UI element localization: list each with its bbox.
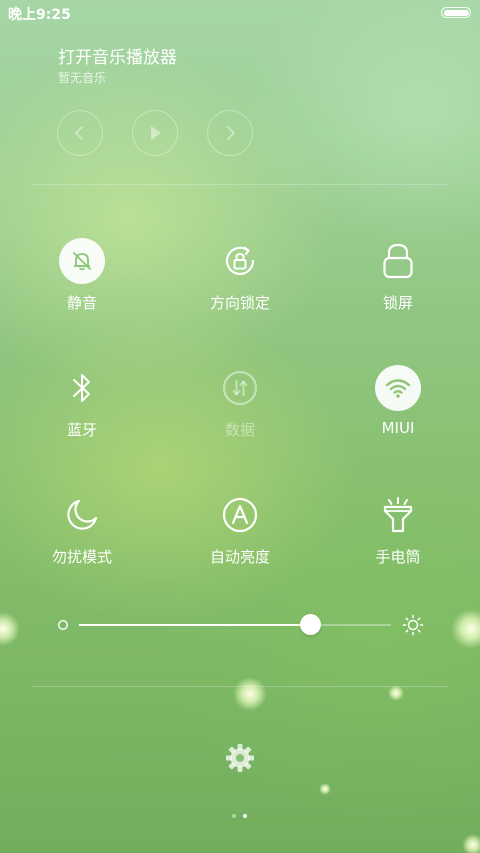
toggle-label: 自动亮度	[209, 548, 270, 566]
toggle-label: 锁屏	[382, 294, 413, 312]
play-button[interactable]	[132, 110, 178, 156]
toggle-icon-circle	[217, 365, 263, 411]
status-time: 晚上9:25	[8, 7, 71, 23]
brightness-low-icon	[57, 619, 69, 631]
toggle-icon-circle	[217, 492, 263, 538]
toggle-mobile-data[interactable]: 数据	[170, 365, 310, 455]
toggle-icon-circle	[59, 238, 105, 284]
toggle-label: 方向锁定	[209, 294, 270, 312]
toggle-icon-circle	[375, 492, 421, 538]
divider	[32, 686, 448, 687]
toggle-mute[interactable]: 静音	[12, 238, 152, 328]
bell-off-icon	[73, 252, 91, 271]
flashlight-icon	[383, 497, 413, 533]
next-icon	[227, 126, 235, 140]
toggle-label: 勿扰模式	[51, 548, 112, 566]
page-dot	[232, 814, 236, 818]
toggle-label: 手电筒	[375, 548, 421, 566]
toggle-label: 数据	[224, 421, 255, 439]
play-icon	[151, 126, 161, 140]
previous-icon	[75, 126, 83, 140]
rotation-lock-icon	[225, 246, 255, 275]
page-dot-current	[243, 814, 247, 818]
battery-icon	[441, 7, 471, 18]
sparkle-decoration	[388, 685, 404, 701]
sparkle-decoration	[462, 834, 480, 853]
moon-icon	[67, 499, 98, 530]
sparkle-decoration	[451, 609, 480, 649]
previous-button[interactable]	[57, 110, 103, 156]
toggle-auto-brightness[interactable]: 自动亮度	[170, 492, 310, 582]
toggle-lock-screen[interactable]: 锁屏	[328, 238, 468, 328]
music-status: 暂无音乐	[58, 71, 107, 85]
next-button[interactable]	[207, 110, 253, 156]
brightness-slider[interactable]	[79, 614, 391, 635]
wifi-icon	[385, 379, 411, 398]
auto-brightness-icon	[222, 497, 258, 533]
mobile-data-icon	[222, 370, 258, 406]
toggle-icon-circle	[375, 365, 421, 411]
toggle-icon-circle	[59, 365, 105, 411]
divider	[32, 184, 448, 185]
brightness-fill	[79, 624, 310, 626]
control-center: 晚上9:25 打开音乐播放器 暂无音乐 静音 方向锁定 锁屏 蓝牙 数据 MIU…	[0, 0, 480, 853]
music-player-title[interactable]: 打开音乐播放器	[58, 43, 177, 68]
sparkle-decoration	[0, 612, 20, 646]
battery-level	[443, 9, 469, 16]
toggle-wifi[interactable]: MIUI	[328, 365, 468, 455]
toggle-do-not-disturb[interactable]: 勿扰模式	[12, 492, 152, 582]
toggle-flashlight[interactable]: 手电筒	[328, 492, 468, 582]
brightness-thumb[interactable]	[299, 614, 321, 635]
gear-icon[interactable]	[225, 743, 255, 773]
toggle-icon-circle	[59, 492, 105, 538]
toggle-bluetooth[interactable]: 蓝牙	[12, 365, 152, 455]
sparkle-decoration	[233, 677, 267, 711]
toggle-rotation-lock[interactable]: 方向锁定	[170, 238, 310, 328]
lock-icon	[383, 243, 413, 279]
toggle-icon-circle	[217, 238, 263, 284]
toggle-label: 静音	[66, 294, 97, 312]
toggle-label: MIUI	[381, 419, 415, 437]
toggle-label: 蓝牙	[66, 421, 97, 439]
bluetooth-icon	[73, 374, 90, 402]
toggle-icon-circle	[375, 238, 421, 284]
sparkle-decoration	[319, 783, 331, 795]
brightness-high-icon	[402, 614, 424, 636]
